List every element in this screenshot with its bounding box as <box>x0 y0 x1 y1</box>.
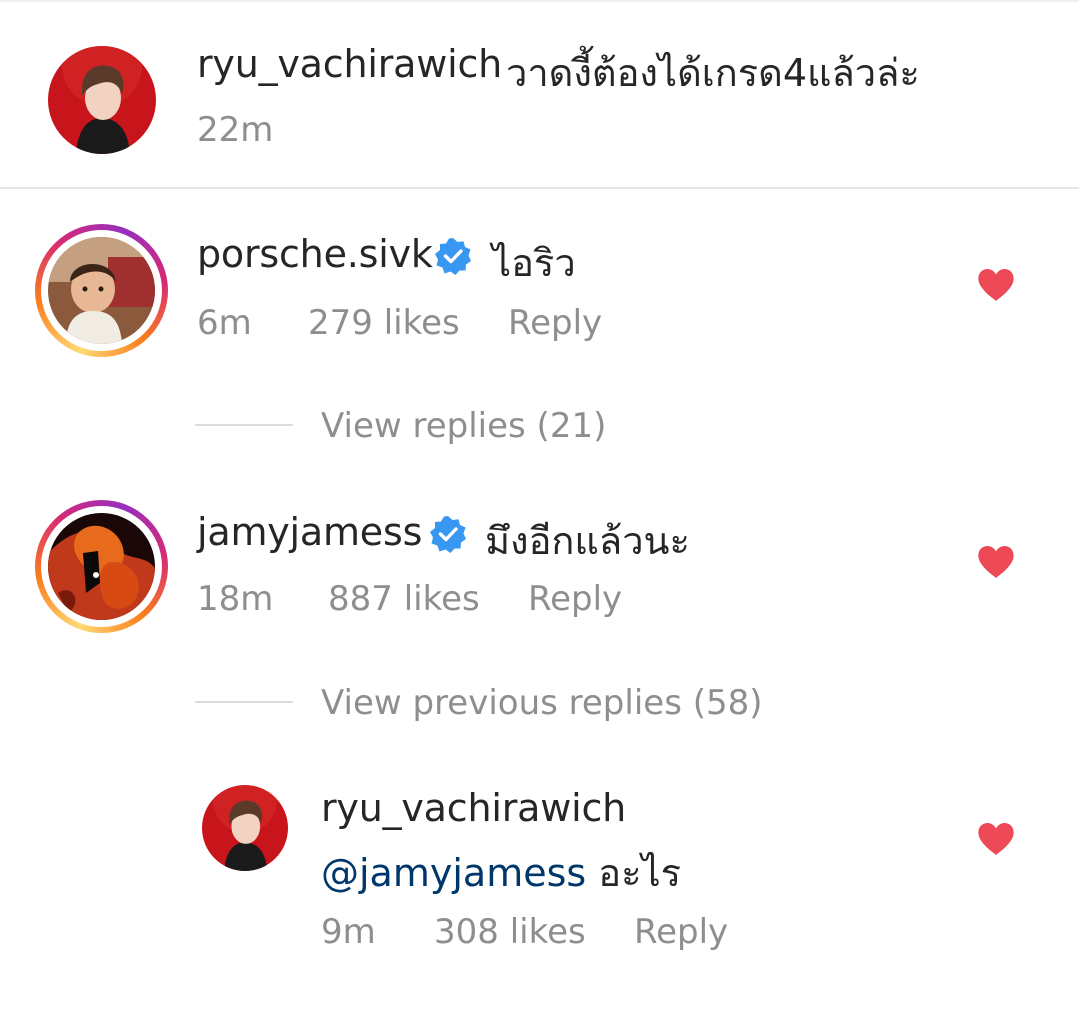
verified-badge-icon <box>433 236 473 276</box>
comment-text: มึงอีกแล้วนะ <box>485 519 690 563</box>
caption-time: 22m <box>197 110 274 150</box>
comment-time: 18m <box>197 579 274 619</box>
comment-username[interactable]: jamyjamess <box>197 510 422 554</box>
comment-likes[interactable]: 887 likes <box>328 579 480 619</box>
avatar[interactable] <box>202 785 288 871</box>
reply-time: 9m <box>321 912 376 952</box>
comment-username[interactable]: porsche.sivk <box>197 232 433 276</box>
top-border <box>0 0 1079 2</box>
reply-username[interactable]: ryu_vachirawich <box>321 786 626 830</box>
view-replies-line <box>195 701 293 703</box>
comment-text: ไอริว <box>492 241 576 285</box>
heart-icon[interactable] <box>977 268 1015 302</box>
reply-text-line: @jamyjamess อะไร <box>321 842 681 903</box>
avatar-photo <box>202 785 288 871</box>
avatar-photo <box>48 46 156 154</box>
story-ring-avatar[interactable] <box>35 224 168 357</box>
view-replies-line <box>195 424 293 426</box>
view-replies-button[interactable]: View replies (21) <box>321 406 606 446</box>
verified-badge-icon <box>428 514 468 554</box>
reply-button[interactable]: Reply <box>508 303 602 343</box>
reply-text: อะไร <box>598 851 682 895</box>
caption-username[interactable]: ryu_vachirawich <box>197 42 502 86</box>
heart-icon[interactable] <box>977 545 1015 579</box>
divider <box>0 187 1079 189</box>
heart-icon[interactable] <box>977 822 1015 856</box>
avatar-photo <box>48 237 155 344</box>
comment-likes[interactable]: 279 likes <box>308 303 460 343</box>
view-previous-replies-button[interactable]: View previous replies (58) <box>321 683 763 723</box>
reply-button[interactable]: Reply <box>634 912 728 952</box>
reply-likes[interactable]: 308 likes <box>434 912 586 952</box>
mention-link[interactable]: @jamyjamess <box>321 851 586 895</box>
avatar[interactable] <box>48 46 156 154</box>
reply-button[interactable]: Reply <box>528 579 622 619</box>
story-ring-avatar[interactable] <box>35 500 168 633</box>
caption-text: วาดงี้ต้องได้เกรด4แล้วล่ะ <box>506 51 920 95</box>
comment-time: 6m <box>197 303 252 343</box>
avatar-photo <box>48 513 155 620</box>
